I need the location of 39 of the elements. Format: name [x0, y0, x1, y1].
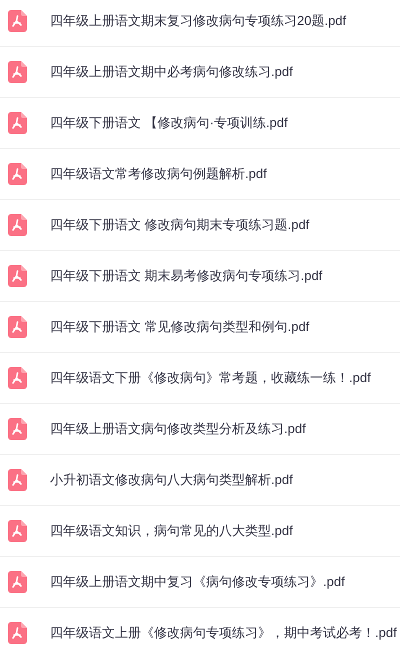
file-name: 四年级上册语文期末复习修改病句专项练习20题.pdf [50, 12, 346, 30]
pdf-file-icon [8, 163, 27, 185]
file-name: 四年级下册语文 【修改病句·专项训练.pdf [50, 114, 288, 132]
pdf-file-icon [8, 571, 27, 593]
pdf-file-icon [8, 469, 27, 491]
file-row[interactable]: 四年级下册语文 【修改病句·专项训练.pdf [0, 98, 400, 149]
pdf-file-icon [8, 112, 27, 134]
pdf-file-icon [8, 418, 27, 440]
file-name: 四年级上册语文期中必考病句修改练习.pdf [50, 63, 293, 82]
file-name: 四年级语文上册《修改病句专项练习》，期中考试必考！.pdf [50, 624, 397, 642]
pdf-file-icon [8, 10, 27, 32]
file-row[interactable]: 四年级语文常考修改病句例题解析.pdf [0, 149, 400, 200]
file-row[interactable]: 四年级上册语文期中复习《病句修改专项练习》.pdf [0, 557, 400, 608]
file-name: 四年级语文常考修改病句例题解析.pdf [50, 165, 267, 184]
file-row[interactable]: 四年级上册语文病句修改类型分析及练习.pdf [0, 404, 400, 455]
file-name: 四年级语文下册《修改病句》常考题，收藏练一练！.pdf [50, 369, 371, 388]
file-row[interactable]: 四年级上册语文期末复习修改病句专项练习20题.pdf [0, 0, 400, 47]
file-name: 四年级上册语文病句修改类型分析及练习.pdf [50, 420, 306, 438]
file-name: 四年级下册语文 修改病句期末专项练习题.pdf [50, 216, 310, 234]
pdf-file-icon [8, 61, 27, 83]
pdf-file-icon [8, 316, 27, 338]
file-name: 四年级语文知识，病句常见的八大类型.pdf [50, 522, 293, 540]
file-row[interactable]: 四年级下册语文 修改病句期末专项练习题.pdf [0, 200, 400, 251]
pdf-file-icon [8, 367, 27, 389]
file-row[interactable]: 四年级语文上册《修改病句专项练习》，期中考试必考！.pdf [0, 608, 400, 647]
file-row[interactable]: 四年级下册语文 期末易考修改病句专项练习.pdf [0, 251, 400, 302]
file-name: 四年级下册语文 期末易考修改病句专项练习.pdf [50, 267, 322, 286]
file-row[interactable]: 四年级上册语文期中必考病句修改练习.pdf [0, 47, 400, 98]
file-name: 四年级下册语文 常见修改病句类型和例句.pdf [50, 318, 310, 336]
file-row[interactable]: 小升初语文修改病句八大病句类型解析.pdf [0, 455, 400, 506]
file-row[interactable]: 四年级语文下册《修改病句》常考题，收藏练一练！.pdf [0, 353, 400, 404]
file-name: 小升初语文修改病句八大病句类型解析.pdf [50, 471, 293, 490]
pdf-file-icon [8, 520, 27, 542]
pdf-file-icon [8, 214, 27, 236]
pdf-file-icon [8, 622, 27, 644]
file-row[interactable]: 四年级下册语文 常见修改病句类型和例句.pdf [0, 302, 400, 353]
file-name: 四年级上册语文期中复习《病句修改专项练习》.pdf [50, 573, 345, 592]
file-row[interactable]: 四年级语文知识，病句常见的八大类型.pdf [0, 506, 400, 557]
pdf-file-icon [8, 265, 27, 287]
